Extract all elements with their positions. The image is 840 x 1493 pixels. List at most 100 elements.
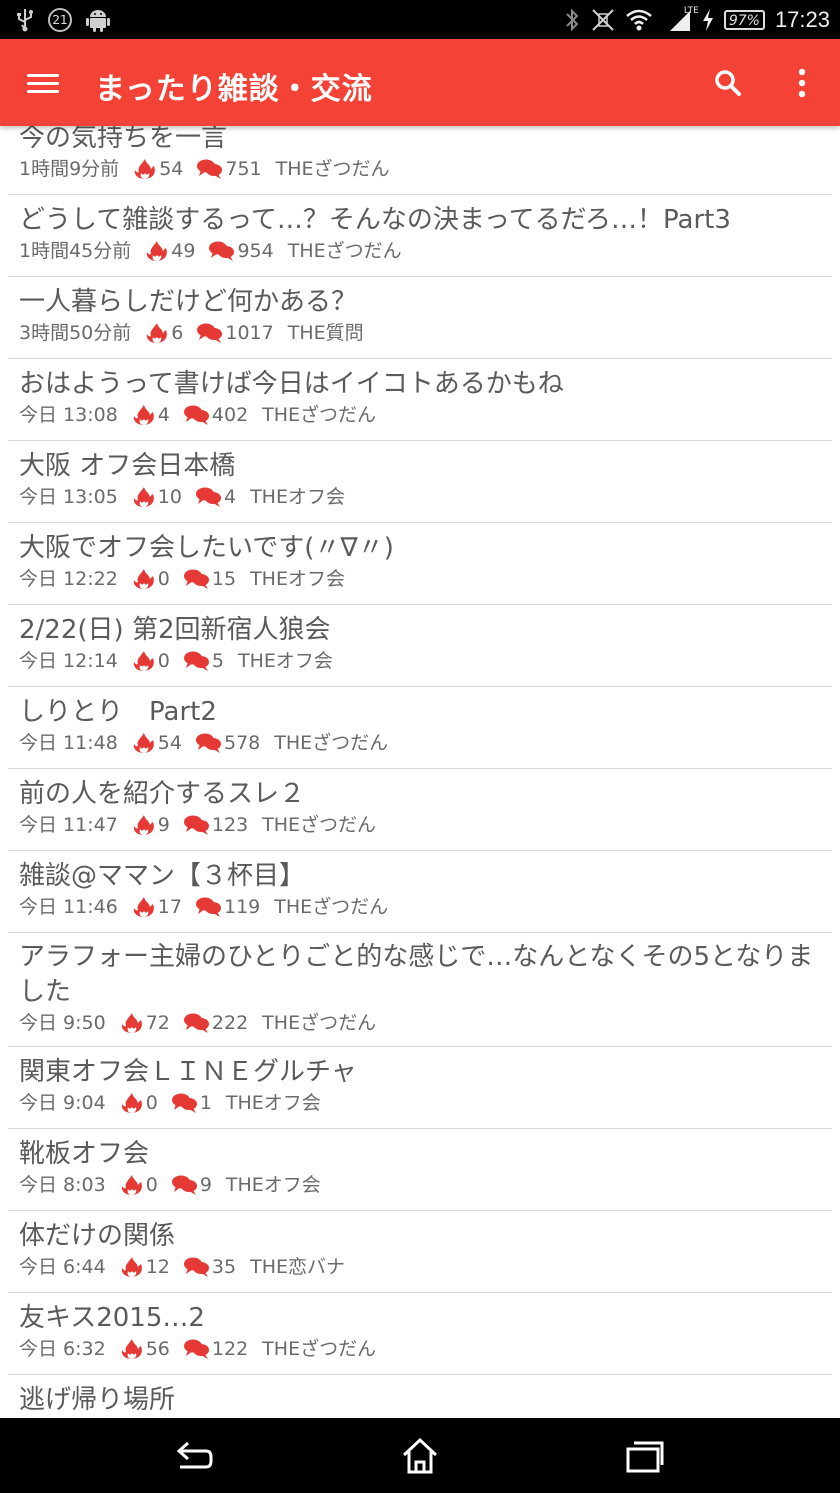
wifi-icon xyxy=(626,8,652,32)
thread-heat-count: 4 xyxy=(157,404,170,426)
status-bar-notifications: 21 xyxy=(16,7,110,33)
thread-list-item[interactable]: しりとり Part2 今日 11:48 54 578 THEざつだん xyxy=(8,687,832,769)
thread-replies: 751 xyxy=(197,156,262,182)
flame-icon xyxy=(147,241,168,261)
thread-category: THEオフ会 xyxy=(225,1092,321,1114)
thread-category: THEオフ会 xyxy=(237,650,333,672)
search-button[interactable] xyxy=(708,63,748,103)
thread-heat-count: 54 xyxy=(159,158,184,180)
status-bar: 21 LTE 97% 17:23 xyxy=(0,0,840,39)
thread-heat: 54 xyxy=(132,730,182,756)
thread-reply-count: 578 xyxy=(223,732,261,754)
thread-list-item[interactable]: 2/22(日) 第2回新宿人狼会 今日 12:14 0 5 THEオフ会 xyxy=(8,605,832,687)
thread-heat: 0 xyxy=(132,566,170,592)
thread-reply-count: 1 xyxy=(199,1092,212,1114)
thread-time: 今日 9:50 xyxy=(19,1012,106,1034)
recent-apps-button[interactable] xyxy=(625,1436,665,1476)
thread-list-item[interactable]: おはようって書けば今日はイイコトあるかもね 今日 13:08 4 402 THEざつだん xyxy=(8,359,832,441)
speech-bubbles-icon xyxy=(183,569,209,589)
thread-list-item[interactable]: 関東オフ会ＬＩＮＥグルチャ 今日 9:04 0 1 THEオフ会 xyxy=(8,1047,832,1129)
thread-heat: 54 xyxy=(133,156,183,182)
speech-bubbles-icon xyxy=(197,159,223,179)
speech-bubbles-icon xyxy=(195,487,221,507)
back-icon xyxy=(176,1441,213,1469)
thread-replies: 1 xyxy=(171,1090,212,1116)
thread-reply-count: 402 xyxy=(211,404,249,426)
thread-title: 大阪 オフ会日本橋 xyxy=(19,451,236,481)
thread-time: 今日 11:47 xyxy=(19,814,118,836)
thread-list-item[interactable]: 友キス2015…2 今日 6:32 56 122 THEざつだん xyxy=(8,1293,832,1375)
thread-meta: 今日 11:48 54 578 THEざつだん xyxy=(19,730,824,756)
thread-list-item[interactable]: 一人暮らしだけど何かある？ 3時間50分前 6 1017 THE質問 xyxy=(8,277,832,359)
thread-heat-count: 9 xyxy=(157,814,170,836)
thread-meta: 今日 9:50 72 222 THEざつだん xyxy=(19,1010,824,1036)
thread-heat-count: 0 xyxy=(157,650,170,672)
thread-time: 今日 13:08 xyxy=(19,404,118,426)
thread-reply-count: 123 xyxy=(211,814,249,836)
thread-list-item[interactable]: どうして雑談するって…？そんなの決まってるだろ…！Part3 1時間45分前 49 9… xyxy=(8,195,832,277)
thread-replies: 4 xyxy=(195,484,236,510)
speech-bubbles-icon xyxy=(171,1175,197,1195)
thread-title: 雑談@ママン【３杯目】 xyxy=(19,861,306,891)
battery-percentage: 97% xyxy=(723,10,765,30)
thread-list-item[interactable]: 大阪 オフ会日本橋今日 13:05 10 4 THEオフ会 xyxy=(8,441,832,523)
thread-title: 前の人を紹介するスレ２ xyxy=(19,779,306,809)
thread-category: THE恋バナ xyxy=(250,1256,345,1278)
thread-list-item[interactable]: 体だけの関係 今日 6:44 12 35 THE恋バナ xyxy=(8,1211,832,1293)
thread-list-item[interactable]: 前の人を紹介するスレ２ 今日 11:47 9 123 THEざつだん xyxy=(8,769,832,851)
thread-meta: 1時間45分前 49 954 THEざつだん xyxy=(19,238,824,264)
thread-list-content: 今の気持ちを一言 1時間9分前 54 751 THEざつだん どうして雑談するって…？そん… xyxy=(0,126,840,1418)
thread-replies: 402 xyxy=(183,402,249,428)
thread-time: 1時間9分前 xyxy=(19,158,120,180)
thread-reply-count: 119 xyxy=(223,896,261,918)
cell-signal-icon: LTE xyxy=(662,6,699,33)
speech-bubbles-icon xyxy=(171,1093,197,1113)
speech-bubbles-icon xyxy=(183,1339,209,1359)
thread-reply-count: 751 xyxy=(225,158,262,180)
thread-title: 体だけの関係 xyxy=(19,1221,176,1251)
thread-list-item[interactable]: 靴板オフ会 今日 8:03 0 9 THEオフ会 xyxy=(8,1129,832,1211)
thread-list-item[interactable]: 逃げ帰り場所 xyxy=(8,1375,832,1418)
thread-replies: 222 xyxy=(183,1010,249,1036)
thread-heat: 0 xyxy=(132,648,170,674)
thread-heat-count: 56 xyxy=(145,1338,170,1360)
vibrate-off-icon xyxy=(590,7,616,33)
thread-list-item[interactable]: 雑談@ママン【３杯目】 今日 11:46 17 119 THEざつだん xyxy=(8,851,832,933)
speech-bubbles-icon xyxy=(195,733,221,753)
thread-list-item[interactable]: 今の気持ちを一言 1時間9分前 54 751 THEざつだん xyxy=(8,126,832,195)
flame-icon xyxy=(133,651,154,671)
thread-meta: 今日 13:05 10 4 THEオフ会 xyxy=(19,484,824,510)
thread-category: THEざつだん xyxy=(262,1012,377,1034)
thread-list[interactable]: 今の気持ちを一言 1時間9分前 54 751 THEざつだん どうして雑談するって…？そん… xyxy=(0,126,840,1418)
thread-title: 2/22(日) 第2回新宿人狼会 xyxy=(19,615,331,645)
thread-title: アラフォー主婦のひとりごと的な感じで…なんとなくその5となりました xyxy=(19,942,814,1007)
thread-heat-count: 0 xyxy=(145,1174,158,1196)
flame-icon xyxy=(133,733,154,753)
thread-category: THEざつだん xyxy=(274,896,389,918)
menu-button[interactable] xyxy=(22,64,64,102)
thread-category: THEざつだん xyxy=(287,240,402,262)
hamburger-icon-line xyxy=(27,90,59,93)
thread-meta: 今日 11:46 17 119 THEざつだん xyxy=(19,894,824,920)
thread-heat: 17 xyxy=(132,894,182,920)
thread-replies: 122 xyxy=(183,1336,248,1362)
overflow-menu-button[interactable] xyxy=(786,63,818,103)
thread-reply-count: 222 xyxy=(211,1012,249,1034)
speech-bubbles-icon xyxy=(195,897,221,917)
flame-icon xyxy=(121,1175,142,1195)
flame-icon xyxy=(133,897,154,917)
status-bar-system: LTE 97% 17:23 xyxy=(564,4,830,36)
thread-category: THEざつだん xyxy=(262,404,377,426)
thread-replies: 123 xyxy=(183,812,249,838)
back-button[interactable] xyxy=(174,1436,214,1476)
thread-list-item[interactable]: アラフォー主婦のひとりごと的な感じで…なんとなくその5となりました今日 9:50… xyxy=(8,933,832,1047)
thread-replies: 119 xyxy=(195,894,261,920)
recent-apps-icon xyxy=(626,1441,664,1473)
thread-list-item[interactable]: 大阪でオフ会したいです(〃∇〃) 今日 12:22 0 15 THEオフ会 xyxy=(8,523,832,605)
home-button[interactable] xyxy=(400,1436,440,1476)
thread-replies: 9 xyxy=(171,1172,212,1198)
thread-heat: 49 xyxy=(145,238,195,264)
speech-bubbles-icon xyxy=(183,651,209,671)
thread-heat: 6 xyxy=(145,320,183,346)
charging-icon xyxy=(702,9,714,31)
